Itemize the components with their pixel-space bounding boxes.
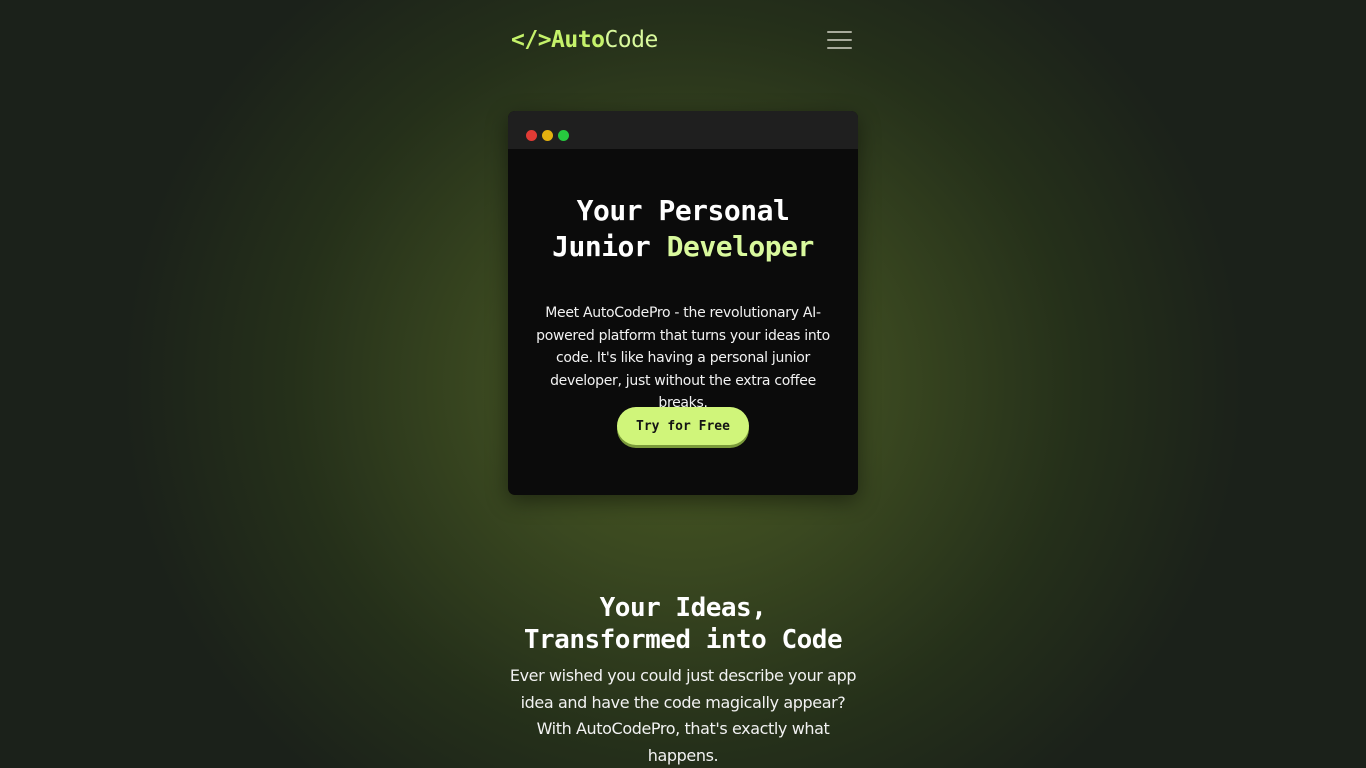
minimize-dot-icon xyxy=(542,130,553,141)
menu-bar xyxy=(827,39,852,41)
close-dot-icon xyxy=(526,130,537,141)
brand-logo[interactable]: </>AutoCode xyxy=(511,27,658,53)
hamburger-menu-icon[interactable] xyxy=(827,28,852,50)
hero-window: Your Personal Junior Developer Meet Auto… xyxy=(508,111,858,495)
menu-bar xyxy=(827,47,852,49)
hero-title: Your Personal Junior Developer xyxy=(508,193,858,265)
hero-description: Meet AutoCodePro - the revolutionary AI-… xyxy=(536,305,830,411)
logo-text-auto: Auto xyxy=(551,27,605,53)
code-brackets-icon: </> xyxy=(511,27,552,53)
hero-title-accent: Developer xyxy=(666,230,815,263)
section-title-line2: Transformed into Code xyxy=(523,625,843,655)
logo-text-code: Code xyxy=(604,27,658,53)
menu-bar xyxy=(827,31,852,33)
section-description: Ever wished you could just describe your… xyxy=(509,666,857,765)
section-title-line1: Your Ideas, xyxy=(599,593,767,623)
site-header: </>AutoCode xyxy=(508,22,858,60)
hero-title-line1: Your Personal xyxy=(576,194,790,227)
maximize-dot-icon xyxy=(558,130,569,141)
section-title: Your Ideas, Transformed into Code xyxy=(483,592,883,656)
try-for-free-button[interactable]: Try for Free xyxy=(617,407,749,445)
hero-title-line2: Junior xyxy=(552,230,667,263)
window-titlebar xyxy=(508,111,858,149)
